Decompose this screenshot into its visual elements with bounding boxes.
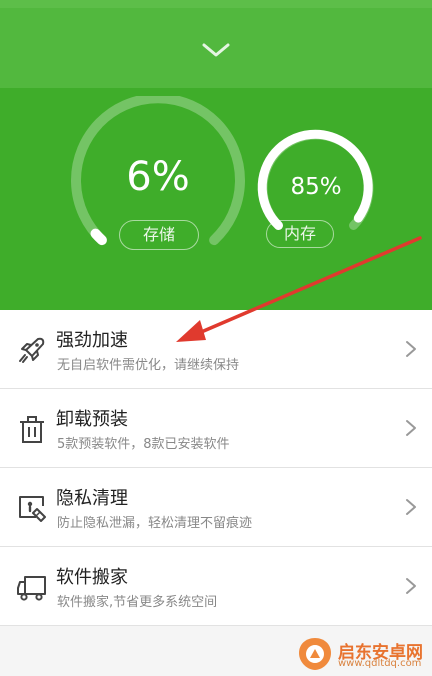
list-item-privacy-clean[interactable]: 隐私清理 防止隐私泄漏，轻松清理不留痕迹 bbox=[0, 468, 432, 547]
memory-label[interactable]: 内存 bbox=[266, 220, 334, 248]
item-title: 隐私清理 bbox=[56, 488, 128, 509]
chevron-right-icon bbox=[406, 499, 416, 515]
memory-gauge[interactable]: 85% 内存 bbox=[256, 128, 376, 248]
watermark-url: www.qdltdq.com bbox=[338, 658, 422, 669]
list-item-uninstall-preinstalled[interactable]: 卸载预装 5款预装软件，8款已安装软件 bbox=[0, 389, 432, 468]
privacy-clean-icon bbox=[19, 496, 46, 522]
status-header: 6% 存储 85% 内存 bbox=[0, 0, 432, 310]
feature-list: 强劲加速 无自启软件需优化，请继续保持 卸载预装 5款预装软件，8款已安装软件 … bbox=[0, 310, 432, 626]
watermark-shield-icon bbox=[299, 638, 331, 670]
collapse-button[interactable] bbox=[196, 32, 236, 68]
item-title: 强劲加速 bbox=[56, 330, 128, 351]
chevron-right-icon bbox=[406, 341, 416, 357]
item-subtitle: 5款预装软件，8款已安装软件 bbox=[57, 437, 230, 452]
item-subtitle: 无自启软件需优化，请继续保持 bbox=[57, 358, 240, 373]
item-title: 软件搬家 bbox=[56, 567, 128, 588]
chevron-down-icon bbox=[202, 43, 230, 57]
list-item-boost[interactable]: 强劲加速 无自启软件需优化，请继续保持 bbox=[0, 310, 432, 389]
trash-icon bbox=[20, 416, 44, 443]
item-title: 卸载预装 bbox=[56, 409, 128, 430]
item-subtitle: 防止隐私泄漏，轻松清理不留痕迹 bbox=[57, 516, 253, 531]
watermark-logo: 启东安卓网 www.qdltdq.com bbox=[296, 636, 428, 672]
chevron-right-icon bbox=[406, 420, 416, 436]
list-item-move-apps[interactable]: 软件搬家 软件搬家,节省更多系统空间 bbox=[0, 547, 432, 626]
storage-label[interactable]: 存储 bbox=[119, 220, 199, 250]
rocket-icon bbox=[19, 337, 45, 363]
storage-gauge[interactable]: 6% 存储 bbox=[70, 96, 246, 256]
truck-icon bbox=[17, 576, 46, 601]
storage-percent: 6% bbox=[126, 154, 190, 200]
item-subtitle: 软件搬家,节省更多系统空间 bbox=[57, 595, 218, 610]
memory-percent: 85% bbox=[290, 174, 342, 200]
chevron-right-icon bbox=[406, 578, 416, 594]
header-top-strip bbox=[0, 0, 432, 8]
